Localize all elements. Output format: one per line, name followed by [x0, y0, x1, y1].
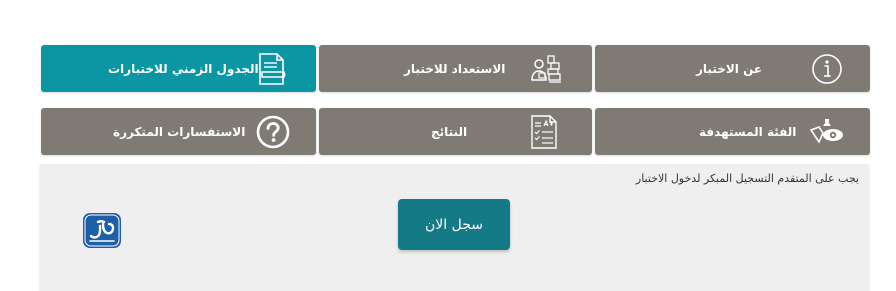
person-books-icon [529, 52, 563, 86]
tile-faq[interactable]: الاستفسارات المتكررة [41, 108, 316, 155]
early-registration-notice: يجب على المتقدم التسجيل المبكر لدخول الا… [635, 172, 859, 185]
tile-results[interactable]: النتائج [319, 108, 592, 155]
info-circle-icon [811, 53, 843, 85]
tile-faq-label: الاستفسارات المتكررة [113, 124, 246, 139]
graded-paper-icon [529, 114, 559, 150]
tile-exam-schedule-label: الجدول الزمني للاختبارات [108, 61, 259, 76]
tile-target-audience-label: الفئة المستهدفة [699, 124, 797, 139]
tile-results-label: النتائج [431, 124, 468, 139]
tile-exam-preparation[interactable]: الاستعداد للاختبار [319, 45, 592, 92]
tile-about-exam-label: عن الاختبار [696, 61, 763, 76]
tile-exam-schedule[interactable]: الجدول الزمني للاختبارات [41, 45, 316, 92]
target-audience-icon [809, 116, 845, 148]
tile-target-audience[interactable]: الفئة المستهدفة [595, 108, 870, 155]
tile-about-exam[interactable]: عن الاختبار [595, 45, 870, 92]
tile-exam-preparation-label: الاستعداد للاختبار [404, 61, 506, 76]
register-now-button[interactable]: سجل الان [398, 199, 510, 250]
question-circle-icon [256, 115, 290, 149]
document-pen-icon [257, 52, 287, 86]
almrj3-logo [82, 212, 122, 249]
registration-panel: يجب على المتقدم التسجيل المبكر لدخول الا… [39, 164, 870, 291]
